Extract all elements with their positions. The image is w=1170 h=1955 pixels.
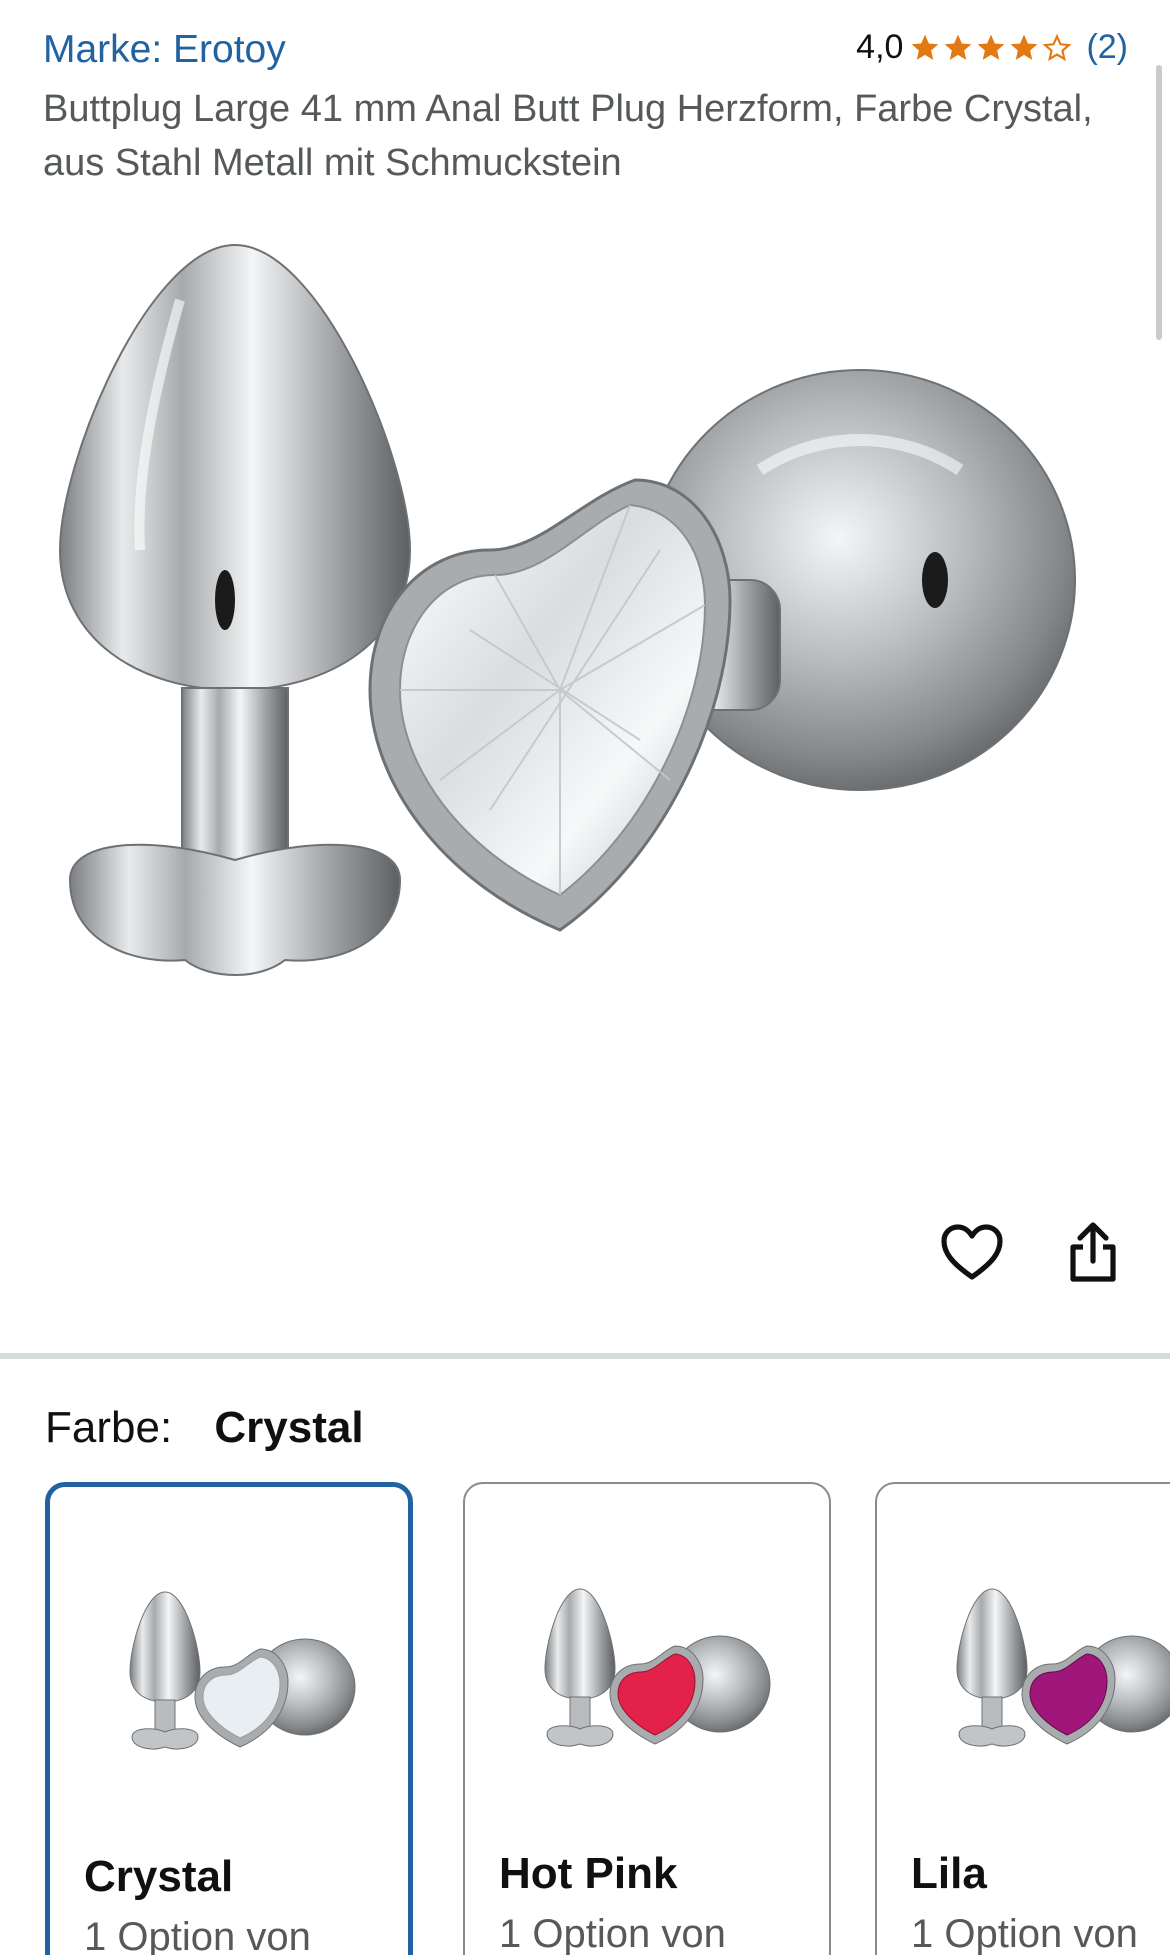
color-swatch-list: Crystal 1 Option von Hot Pink 1 Option v… (45, 1482, 1170, 1955)
share-button[interactable] (1058, 1217, 1128, 1287)
product-header: Marke: Erotoy 4,0 (2) Buttplug Large 41 … (0, 0, 1170, 190)
rating-count: (2) (1086, 28, 1128, 66)
swatch-name: Lila (911, 1849, 987, 1898)
variation-label: Farbe: Crystal (45, 1403, 364, 1453)
star-full-icon (1011, 34, 1038, 60)
swatch-hot-pink[interactable]: Hot Pink 1 Option von (463, 1482, 831, 1955)
share-icon (1070, 1222, 1116, 1282)
variation-selected-value: Crystal (214, 1403, 364, 1452)
star-full-icon (945, 34, 972, 60)
product-photo (58, 243, 1076, 976)
variation-key: Farbe: (45, 1403, 173, 1452)
add-to-list-button[interactable] (937, 1217, 1007, 1287)
scrollbar[interactable] (1156, 65, 1162, 340)
swatch-crystal[interactable]: Crystal 1 Option von (45, 1482, 413, 1955)
rating-score: 4,0 (856, 28, 904, 66)
swatch-lila[interactable]: Lila 1 Option von (875, 1482, 1170, 1955)
swatch-availability: 1 Option von (84, 1915, 311, 1955)
swatch-name: Crystal (84, 1852, 234, 1901)
rating-summary[interactable]: 4,0 (2) (856, 28, 1128, 67)
swatch-availability: 1 Option von (911, 1912, 1138, 1955)
product-title: Buttplug Large 41 mm Anal Butt Plug Herz… (43, 88, 1093, 184)
swatch-thumbnail (956, 1588, 1170, 1747)
swatch-name: Hot Pink (499, 1849, 678, 1898)
star-empty-icon (1043, 33, 1072, 61)
star-full-icon (978, 34, 1005, 60)
section-divider (0, 1353, 1170, 1359)
swatch-thumbnail (129, 1591, 356, 1750)
heart-outline-icon (941, 1224, 1003, 1280)
swatch-thumbnail (544, 1588, 771, 1747)
product-image[interactable] (40, 220, 1130, 1120)
star-full-icon (912, 34, 939, 60)
brand-link[interactable]: Marke: Erotoy (43, 28, 286, 72)
swatch-availability: 1 Option von (499, 1912, 726, 1955)
star-rating (909, 32, 1074, 64)
